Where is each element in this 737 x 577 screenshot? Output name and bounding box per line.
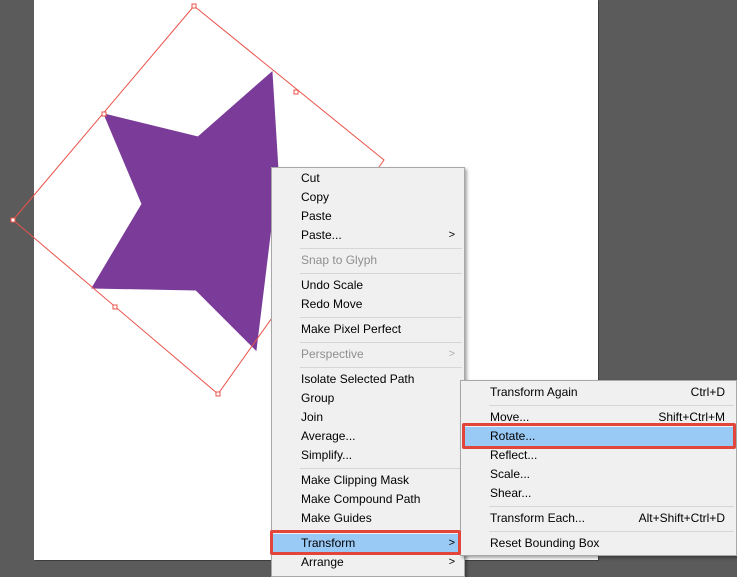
context-menu: Cut Copy Paste Paste... > Snap to Glyph U… xyxy=(271,167,465,577)
menu-separator xyxy=(300,273,462,274)
menu-item-label: Shear... xyxy=(490,486,532,500)
menu-item-label: Perspective xyxy=(301,347,364,361)
menu-item-label: Redo Move xyxy=(301,297,363,311)
shortcut-label: Shift+Ctrl+M xyxy=(658,410,725,424)
menu-separator xyxy=(489,506,734,507)
submenu-item-transform-again[interactable]: Transform Again Ctrl+D xyxy=(462,383,735,402)
menu-item-redo-move[interactable]: Redo Move xyxy=(273,295,463,314)
submenu-item-scale[interactable]: Scale... xyxy=(462,465,735,484)
menu-item-snap-to-glyph: Snap to Glyph xyxy=(273,251,463,270)
menu-item-paste-special[interactable]: Paste... > xyxy=(273,226,463,245)
menu-item-label: Copy xyxy=(301,190,330,204)
menu-item-make-compound-path[interactable]: Make Compound Path xyxy=(273,490,463,509)
menu-item-paste[interactable]: Paste xyxy=(273,207,463,226)
menu-item-join[interactable]: Join xyxy=(273,408,463,427)
menu-item-label: Make Compound Path xyxy=(301,492,421,506)
menu-item-label: Scale... xyxy=(490,467,531,481)
menu-item-undo-scale[interactable]: Undo Scale xyxy=(273,276,463,295)
menu-item-isolate-selected-path[interactable]: Isolate Selected Path xyxy=(273,370,463,389)
menu-separator xyxy=(300,342,462,343)
bounding-box-handle[interactable] xyxy=(10,217,16,223)
menu-item-label: Undo Scale xyxy=(301,278,364,292)
bounding-box-handle[interactable] xyxy=(293,89,299,95)
menu-separator xyxy=(300,531,462,532)
menu-item-make-clipping-mask[interactable]: Make Clipping Mask xyxy=(273,471,463,490)
menu-item-make-guides[interactable]: Make Guides xyxy=(273,509,463,528)
menu-item-label: Reset Bounding Box xyxy=(490,536,600,550)
menu-item-label: Paste... xyxy=(301,228,342,242)
chevron-right-icon: > xyxy=(448,348,455,360)
menu-item-label: Transform xyxy=(301,536,356,550)
menu-item-label: Make Clipping Mask xyxy=(301,473,410,487)
menu-item-group[interactable]: Group xyxy=(273,389,463,408)
menu-item-make-pixel-perfect[interactable]: Make Pixel Perfect xyxy=(273,320,463,339)
shortcut-label: Alt+Shift+Ctrl+D xyxy=(638,511,725,525)
menu-separator xyxy=(300,468,462,469)
menu-separator xyxy=(300,367,462,368)
menu-item-perspective: Perspective > xyxy=(273,345,463,364)
submenu-item-reflect[interactable]: Reflect... xyxy=(462,446,735,465)
menu-item-copy[interactable]: Copy xyxy=(273,188,463,207)
submenu-item-rotate[interactable]: Rotate... xyxy=(462,427,735,446)
menu-item-label: Move... xyxy=(490,410,530,424)
menu-item-label: Cut xyxy=(301,171,320,185)
menu-item-label: Rotate... xyxy=(490,429,536,443)
chevron-right-icon: > xyxy=(448,229,455,241)
menu-item-label: Transform Each... xyxy=(490,511,585,525)
menu-item-label: Isolate Selected Path xyxy=(301,372,415,386)
menu-item-label: Join xyxy=(301,410,324,424)
menu-separator xyxy=(489,531,734,532)
chevron-right-icon: > xyxy=(448,556,455,568)
menu-separator xyxy=(300,248,462,249)
menu-separator xyxy=(300,317,462,318)
bounding-box-handle[interactable] xyxy=(191,3,197,9)
menu-separator xyxy=(489,405,734,406)
menu-item-label: Group xyxy=(301,391,335,405)
submenu-item-shear[interactable]: Shear... xyxy=(462,484,735,503)
star-shape[interactable] xyxy=(91,70,279,352)
bounding-box-handle[interactable] xyxy=(112,304,118,310)
menu-item-transform[interactable]: Transform > xyxy=(273,534,463,553)
menu-item-label: Snap to Glyph xyxy=(301,253,378,267)
transform-submenu: Transform Again Ctrl+D Move... Shift+Ctrl+… xyxy=(460,380,737,556)
menu-item-simplify[interactable]: Simplify... xyxy=(273,446,463,465)
menu-item-label: Average... xyxy=(301,429,356,443)
submenu-item-move[interactable]: Move... Shift+Ctrl+M xyxy=(462,408,735,427)
menu-item-label: Transform Again xyxy=(490,385,578,399)
menu-item-label: Make Pixel Perfect xyxy=(301,322,402,336)
menu-item-label: Arrange xyxy=(301,555,344,569)
bounding-box-handle[interactable] xyxy=(215,391,221,397)
menu-item-label: Simplify... xyxy=(301,448,353,462)
menu-item-label: Paste xyxy=(301,209,332,223)
shortcut-label: Ctrl+D xyxy=(690,385,725,399)
submenu-item-reset-bounding-box[interactable]: Reset Bounding Box xyxy=(462,534,735,553)
submenu-item-transform-each[interactable]: Transform Each... Alt+Shift+Ctrl+D xyxy=(462,509,735,528)
menu-item-arrange[interactable]: Arrange > xyxy=(273,553,463,572)
menu-item-average[interactable]: Average... xyxy=(273,427,463,446)
chevron-right-icon: > xyxy=(448,537,455,549)
bounding-box-handle[interactable] xyxy=(101,111,107,117)
menu-item-label: Reflect... xyxy=(490,448,538,462)
menu-item-cut[interactable]: Cut xyxy=(273,169,463,188)
menu-item-label: Make Guides xyxy=(301,511,372,525)
